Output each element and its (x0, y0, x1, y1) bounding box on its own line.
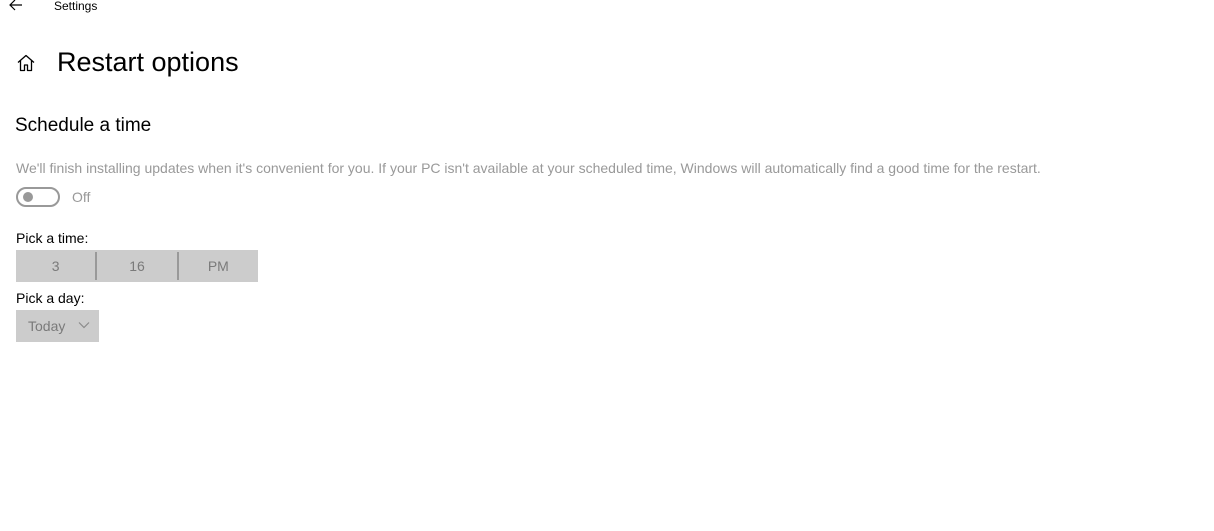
back-arrow-icon (9, 0, 22, 11)
home-icon (17, 54, 35, 72)
page-title: Restart options (57, 47, 239, 77)
title-bar: Settings (0, 0, 1214, 16)
schedule-description: We'll finish installing updates when it'… (16, 160, 1041, 176)
schedule-toggle[interactable] (16, 187, 60, 207)
window-title: Settings (54, 0, 98, 13)
toggle-state-label: Off (72, 189, 91, 205)
toggle-knob (23, 192, 33, 202)
hour-segment[interactable]: 3 (16, 250, 95, 282)
day-dropdown[interactable]: Today (16, 310, 99, 342)
pick-day-label: Pick a day: (16, 290, 85, 306)
chevron-down-icon (78, 322, 90, 329)
pick-time-label: Pick a time: (16, 230, 89, 246)
home-button[interactable] (16, 53, 36, 73)
period-segment[interactable]: PM (179, 250, 258, 282)
settings-page: Settings Restart options Schedule a time… (0, 0, 1214, 531)
section-heading: Schedule a time (15, 115, 152, 136)
minute-segment[interactable]: 16 (97, 250, 176, 282)
day-dropdown-value: Today (28, 318, 66, 334)
time-picker[interactable]: 3 16 PM (16, 250, 258, 282)
back-button[interactable] (6, 0, 28, 13)
